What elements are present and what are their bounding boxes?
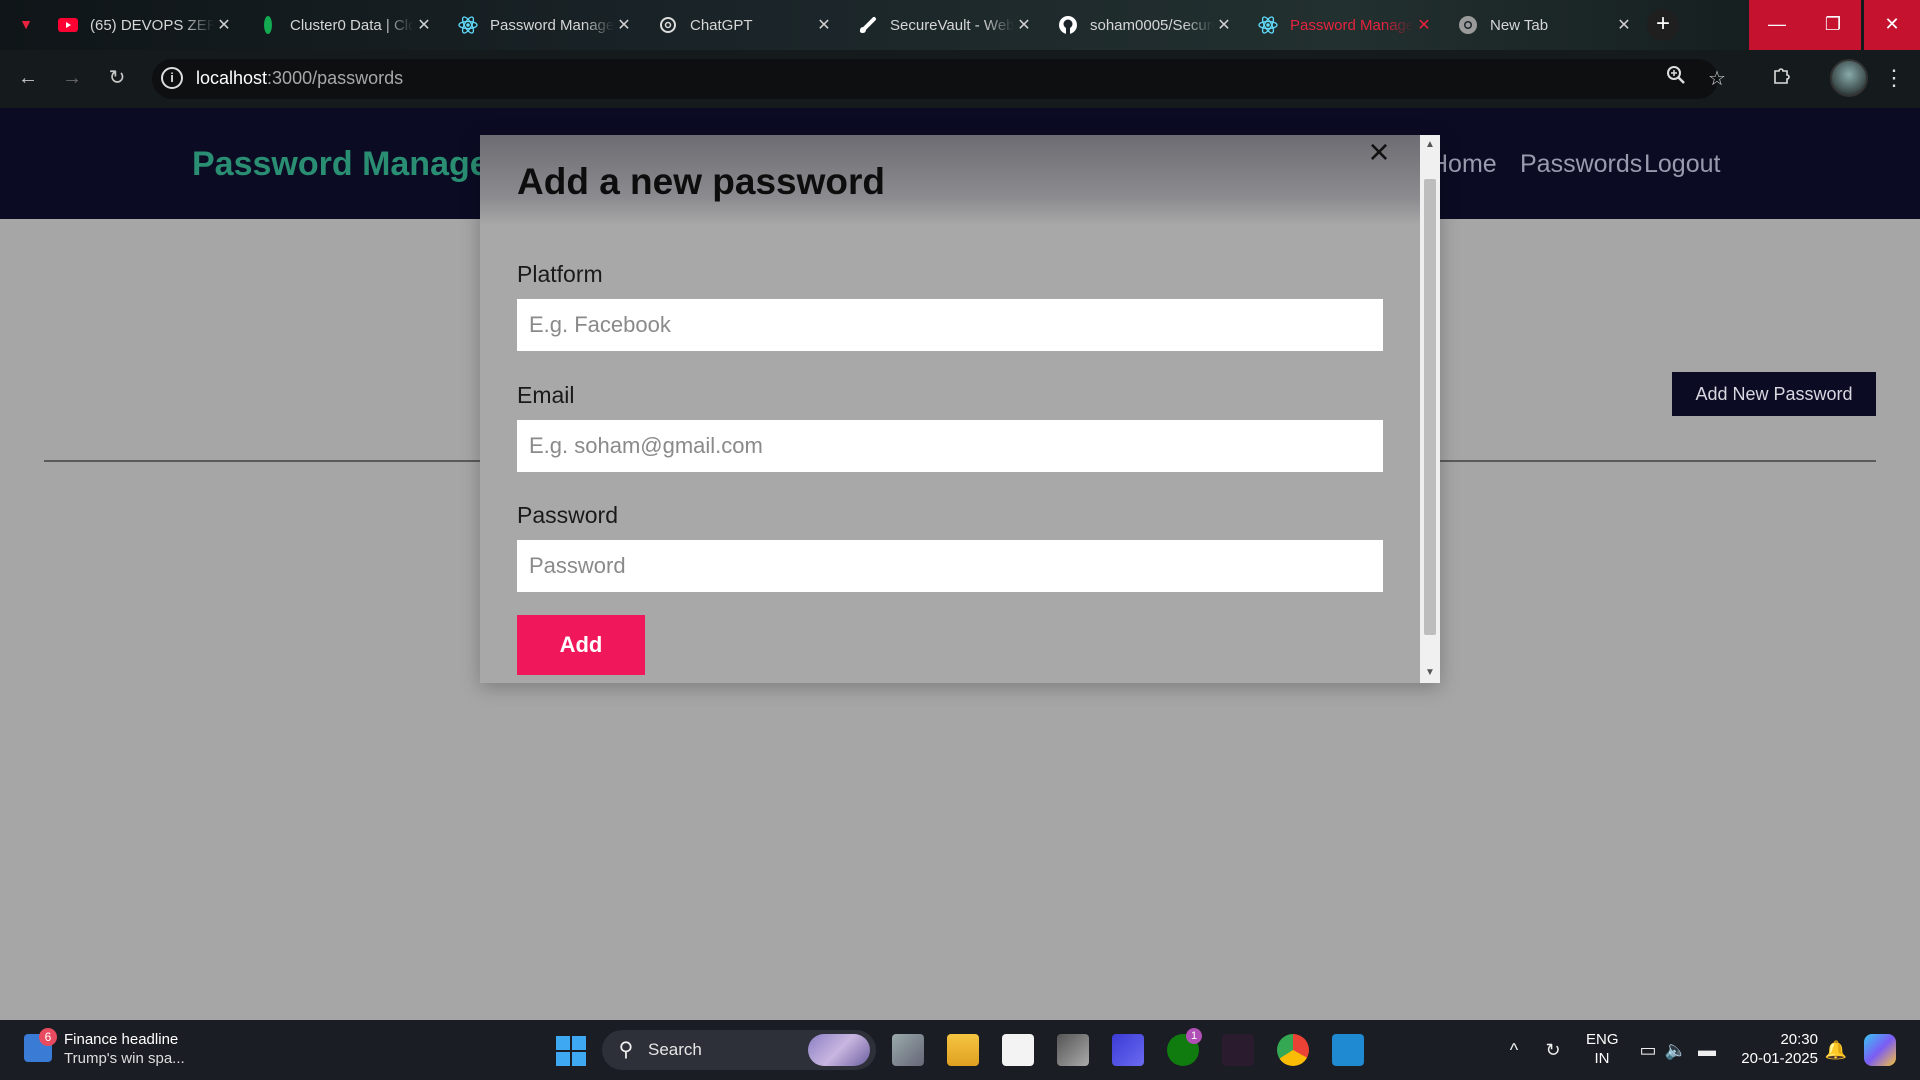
brand-logo[interactable]: Password Manager	[192, 145, 502, 184]
tab-securevault[interactable]: SecureVault - Web ✕	[848, 8, 1044, 42]
notification-bell-icon[interactable]: 🔔	[1824, 1038, 1848, 1062]
tab-new-tab[interactable]: New Tab ✕	[1448, 8, 1644, 42]
nav-passwords-link[interactable]: Passwords	[1520, 150, 1642, 179]
react-icon	[1258, 15, 1278, 35]
tab-title: Cluster0 Data | Cloud: MongoDB	[290, 16, 414, 34]
tab-devops[interactable]: (65) DEVOPS ZERO TO HERO ✕	[48, 8, 244, 42]
tab-title: SecureVault - Web	[890, 16, 1014, 34]
site-info-icon[interactable]: i	[161, 67, 183, 89]
chrome-icon	[1458, 15, 1478, 35]
network-icon[interactable]: ▭	[1636, 1038, 1660, 1062]
tab-password-manager-active[interactable]: Password Manager ✕	[1248, 8, 1444, 42]
minimize-button[interactable]: —	[1749, 0, 1805, 50]
language-indicator[interactable]: ENG IN	[1586, 1030, 1619, 1068]
tab-github[interactable]: soham0005/SecureVault ✕	[1048, 8, 1244, 42]
close-tab-icon[interactable]: ✕	[814, 15, 834, 35]
xbox-badge: 1	[1186, 1028, 1202, 1044]
modal-title: Add a new password	[517, 161, 886, 202]
taskbar-search-label: Search	[648, 1040, 702, 1059]
add-submit-button[interactable]: Add	[517, 615, 645, 675]
close-tab-icon[interactable]: ✕	[214, 15, 234, 35]
tab-title: Password Manager	[490, 16, 614, 34]
youtube-icon	[58, 15, 78, 35]
chatgpt-icon	[658, 15, 678, 35]
tab-title: soham0005/SecureVault	[1090, 16, 1214, 34]
sync-icon[interactable]: ↻	[1540, 1038, 1566, 1062]
add-password-modal: Add a new password × Platform Email Pass…	[480, 135, 1440, 683]
scroll-up-arrow-icon[interactable]: ▲	[1424, 139, 1436, 150]
forward-arrow-icon[interactable]: →	[58, 64, 86, 92]
zoom-icon[interactable]	[1661, 64, 1691, 94]
copilot-icon[interactable]	[1864, 1034, 1896, 1066]
tray-chevron-up-icon[interactable]: ^	[1502, 1038, 1526, 1062]
scroll-thumb[interactable]	[1424, 179, 1436, 635]
file-explorer-icon[interactable]	[947, 1034, 979, 1066]
tab-title: ChatGPT	[690, 16, 753, 34]
tab-title: Password Manager	[1290, 16, 1414, 34]
email-input[interactable]	[517, 420, 1383, 472]
email-label: Email	[517, 382, 575, 408]
tab-mongodb[interactable]: Cluster0 Data | Cloud: MongoDB ✕	[248, 8, 444, 42]
mongodb-leaf-icon	[258, 15, 278, 35]
tab-search-chevron-icon[interactable]: ▼	[14, 12, 38, 36]
password-input[interactable]	[517, 540, 1383, 592]
search-highlight-image	[808, 1034, 870, 1066]
scroll-down-arrow-icon[interactable]: ▼	[1424, 667, 1436, 678]
tab-password-manager[interactable]: Password Manager ✕	[448, 8, 644, 42]
vscode-icon[interactable]	[1332, 1034, 1364, 1066]
react-icon	[458, 15, 478, 35]
bookmark-star-icon[interactable]: ☆	[1702, 64, 1732, 94]
platform-label: Platform	[517, 261, 603, 287]
tab-title: (65) DEVOPS ZERO TO HERO	[90, 16, 214, 34]
platform-input[interactable]	[517, 299, 1383, 351]
news-badge: 6	[39, 1028, 57, 1046]
close-modal-icon[interactable]: ×	[1364, 135, 1394, 171]
app-blue-icon[interactable]	[1112, 1034, 1144, 1066]
volume-icon[interactable]: 🔈	[1664, 1038, 1688, 1062]
windows-start-icon[interactable]	[556, 1036, 586, 1066]
chrome-taskbar-icon[interactable]	[1277, 1034, 1309, 1066]
new-tab-button[interactable]: +	[1647, 9, 1679, 41]
modal-scrollbar[interactable]: ▲ ▼	[1420, 135, 1440, 683]
securevault-icon	[858, 15, 878, 35]
add-new-password-button[interactable]: Add New Password	[1672, 372, 1876, 416]
close-tab-icon[interactable]: ✕	[1414, 15, 1434, 35]
nav-home-link[interactable]: Home	[1430, 150, 1497, 179]
close-tab-icon[interactable]: ✕	[414, 15, 434, 35]
password-label: Password	[517, 502, 618, 528]
task-view-icon[interactable]	[892, 1034, 924, 1066]
close-tab-icon[interactable]: ✕	[1614, 15, 1634, 35]
extensions-puzzle-icon[interactable]	[1766, 64, 1796, 94]
close-tab-icon[interactable]: ✕	[1014, 15, 1034, 35]
close-tab-icon[interactable]: ✕	[1214, 15, 1234, 35]
battery-icon[interactable]: ▬	[1694, 1038, 1720, 1062]
close-tab-icon[interactable]: ✕	[614, 15, 634, 35]
reload-icon[interactable]: ↻	[103, 64, 131, 92]
profile-avatar[interactable]	[1830, 59, 1868, 97]
valorant-icon[interactable]	[1222, 1034, 1254, 1066]
microsoft-store-icon[interactable]	[1002, 1034, 1034, 1066]
nav-logout-link[interactable]: Logout	[1644, 150, 1720, 179]
url-text[interactable]: localhost:3000/passwords	[196, 68, 403, 89]
back-arrow-icon[interactable]: ←	[14, 64, 42, 92]
browser-menu-icon[interactable]: ⋮	[1882, 64, 1906, 92]
clock[interactable]: 20:30 20-01-2025	[1734, 1030, 1818, 1068]
news-title[interactable]: Finance headline	[64, 1031, 178, 1048]
restore-button[interactable]: ❐	[1805, 0, 1861, 50]
app-cube-icon[interactable]	[1057, 1034, 1089, 1066]
tab-chatgpt[interactable]: ChatGPT ✕	[648, 8, 844, 42]
github-icon	[1058, 15, 1078, 35]
search-icon: ⚲	[618, 1039, 634, 1061]
tab-title: New Tab	[1490, 16, 1549, 34]
close-window-button[interactable]: ✕	[1864, 0, 1920, 50]
news-subtitle[interactable]: Trump's win spa...	[64, 1050, 185, 1067]
